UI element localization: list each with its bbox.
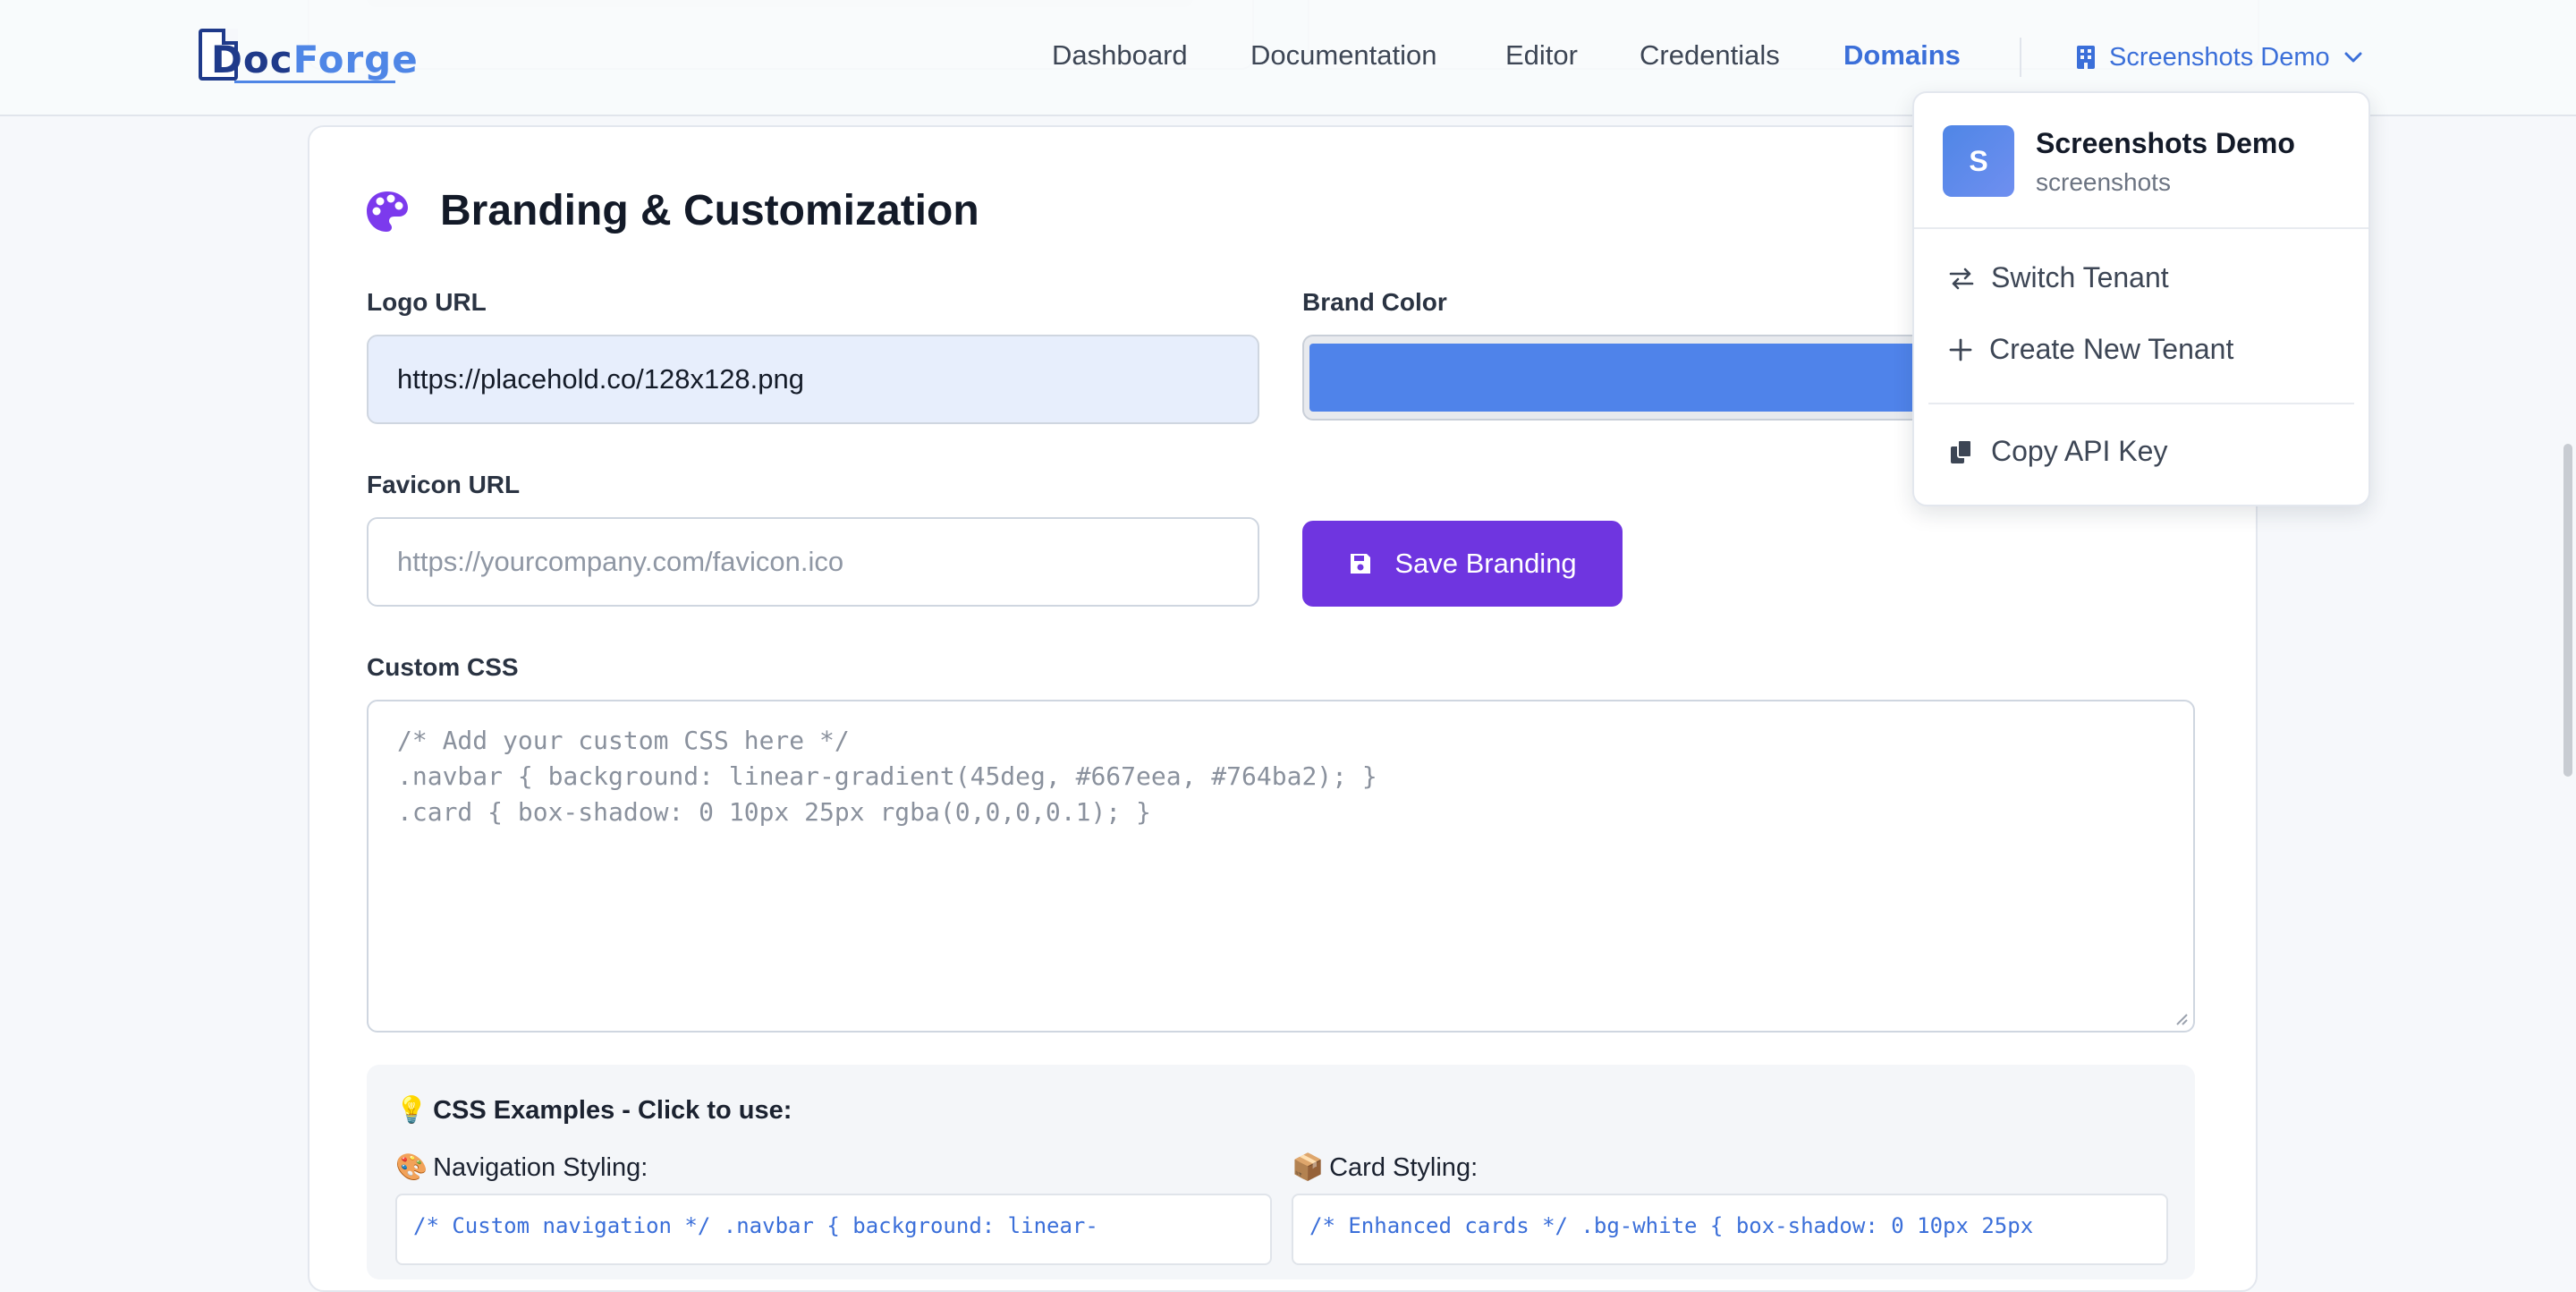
copy-api-key-label: Copy API Key xyxy=(1991,435,2168,467)
switch-tenant-item[interactable]: Switch Tenant xyxy=(1948,261,2169,294)
page-scrollbar[interactable] xyxy=(2563,444,2572,777)
tenant-name: Screenshots Demo xyxy=(2036,127,2295,159)
create-tenant-label: Create New Tenant xyxy=(1989,333,2234,365)
package-icon: 📦 xyxy=(1292,1153,1325,1182)
paint-icon: 🎨 xyxy=(395,1153,428,1182)
tenant-switcher-button[interactable]: Screenshots Demo xyxy=(2075,39,2362,75)
css-placeholder-line: .navbar { background: linear-gradient(45… xyxy=(397,761,1377,791)
custom-css-label: Custom CSS xyxy=(367,653,519,681)
nav-domains[interactable]: Domains xyxy=(1843,39,1961,72)
building-icon xyxy=(2077,46,2095,69)
create-tenant-item[interactable]: Create New Tenant xyxy=(1948,333,2233,366)
nav-dashboard[interactable]: Dashboard xyxy=(1052,39,1188,72)
tenant-dropdown-menu: S Screenshots Demo screenshots Switch Te… xyxy=(1912,91,2370,506)
tenant-avatar: S xyxy=(1943,125,2014,197)
tenant-slug: screenshots xyxy=(2036,168,2171,196)
logo-text-forge: Forge xyxy=(292,38,419,81)
custom-css-textarea[interactable]: /* Add your custom CSS here */ .navbar {… xyxy=(367,700,2195,1033)
brand-color-label: Brand Color xyxy=(1302,288,1447,316)
plus-icon xyxy=(1949,338,1972,361)
save-branding-button[interactable]: Save Branding xyxy=(1302,521,1623,607)
css-placeholder-line: .card { box-shadow: 0 10px 25px rgba(0,0… xyxy=(397,797,1151,827)
logo-url-input[interactable]: https://placehold.co/128x128.png xyxy=(367,335,1259,424)
chevron-down-icon xyxy=(2344,52,2362,63)
card-styling-title: Card Styling: xyxy=(1329,1153,1479,1182)
menu-divider xyxy=(1914,227,2368,229)
favicon-url-input[interactable]: https://yourcompany.com/favicon.ico xyxy=(367,517,1259,607)
nav-styling-title: Navigation Styling: xyxy=(433,1153,648,1182)
css-placeholder-line: /* Add your custom CSS here */ xyxy=(397,726,850,755)
switch-tenant-label: Switch Tenant xyxy=(1991,261,2169,293)
save-branding-label: Save Branding xyxy=(1394,548,1577,579)
logo-url-label: Logo URL xyxy=(367,288,487,316)
copy-api-key-item[interactable]: Copy API Key xyxy=(1948,435,2167,468)
nav-editor[interactable]: Editor xyxy=(1505,39,1578,72)
palette-icon xyxy=(367,191,408,232)
card-styling-example[interactable]: /* Enhanced cards */ .bg-white { box-sha… xyxy=(1292,1194,2168,1265)
page-title: Branding & Customization xyxy=(440,187,979,234)
menu-divider xyxy=(1928,403,2354,404)
floppy-disk-icon xyxy=(1351,554,1371,574)
nav-styling-example[interactable]: /* Custom navigation */ .navbar { backgr… xyxy=(395,1194,1272,1265)
css-examples-heading: CSS Examples - Click to use: xyxy=(433,1096,792,1125)
nav-documentation[interactable]: Documentation xyxy=(1250,39,1437,72)
css-examples-panel: 💡 CSS Examples - Click to use: 🎨 Navigatio… xyxy=(367,1065,2195,1279)
swap-arrows-icon xyxy=(1949,268,1974,289)
resize-handle-icon[interactable] xyxy=(2174,1011,2188,1025)
tenant-switcher-label: Screenshots Demo xyxy=(2109,42,2330,72)
copy-icon xyxy=(1951,438,1972,463)
nav-divider xyxy=(2020,38,2021,77)
lightbulb-icon: 💡 xyxy=(395,1096,428,1125)
logo-text-doc: Doc xyxy=(211,38,293,81)
nav-credentials[interactable]: Credentials xyxy=(1640,39,1780,72)
favicon-url-label: Favicon URL xyxy=(367,471,521,498)
